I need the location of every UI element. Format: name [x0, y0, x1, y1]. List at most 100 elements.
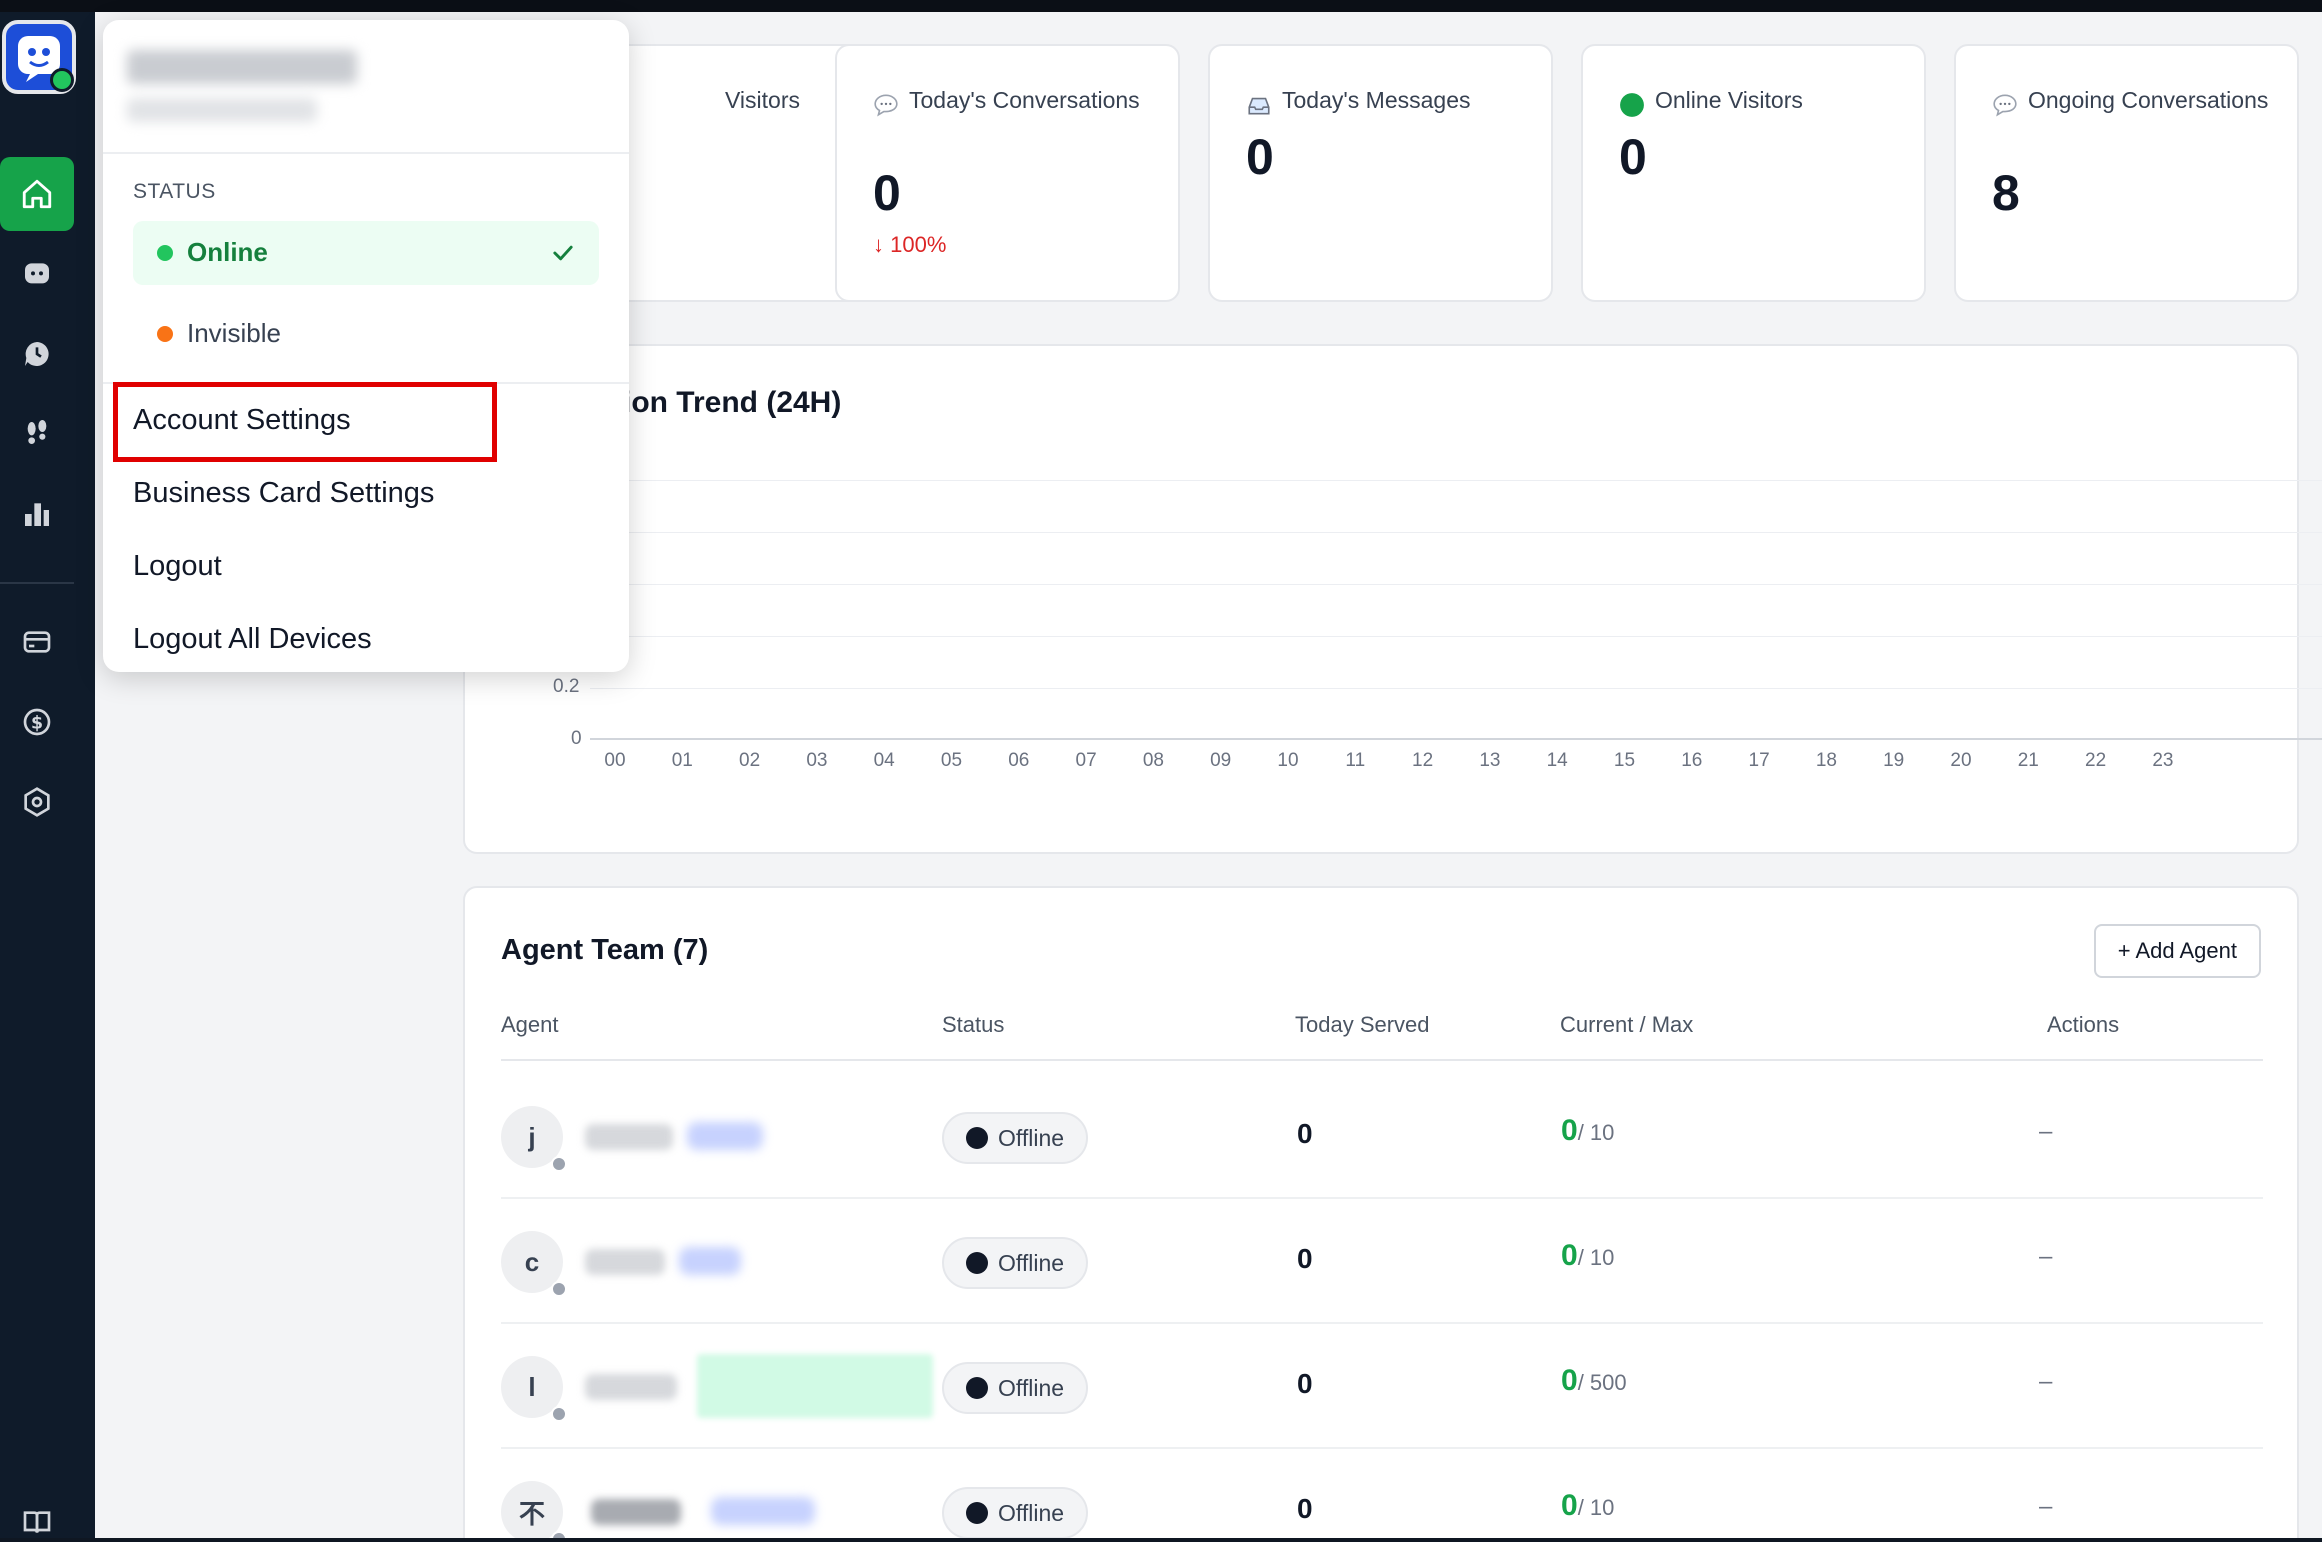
x-tick-label: 04 — [873, 750, 895, 771]
actions-placeholder: – — [2039, 1368, 2053, 1395]
redacted-user-email — [127, 98, 317, 122]
profile-dropdown: STATUS Online Invisible Account Settings… — [103, 20, 629, 672]
presence-dot — [551, 1531, 567, 1538]
dropdown-divider — [103, 152, 629, 154]
current-max-value: 0/ 10 — [1561, 1489, 1614, 1523]
green-circle-icon — [1620, 93, 1644, 117]
left-rail: $ — [0, 12, 95, 1538]
chat-icon — [25, 263, 49, 284]
table-row[interactable]: l Offline 0 0/ 500 – — [501, 1324, 2263, 1449]
status-dot — [966, 1502, 988, 1524]
x-tick-label: 03 — [806, 750, 828, 771]
x-tick-label: 07 — [1075, 750, 1097, 771]
stat-value: 0 — [1619, 129, 1647, 185]
stat-delta: ↓ 100% — [873, 232, 947, 257]
nav-conversations[interactable] — [0, 237, 74, 311]
presence-dot — [551, 1156, 567, 1172]
status-option-online[interactable]: Online — [133, 221, 599, 285]
grid-line — [590, 584, 2322, 585]
x-tick-label: 15 — [1613, 750, 1636, 771]
nav-analytics[interactable] — [0, 477, 74, 551]
menu-item-logout-all-devices[interactable]: Logout All Devices — [133, 623, 372, 656]
x-tick-label: 02 — [739, 750, 761, 771]
presence-dot — [551, 1281, 567, 1297]
svg-text:$: $ — [31, 714, 43, 734]
docs-book-icon — [23, 1511, 51, 1533]
current-value: 0 — [1561, 1489, 1578, 1522]
x-tick-label: 22 — [2085, 750, 2107, 771]
nav-billing[interactable] — [0, 605, 74, 679]
nav-pricing[interactable]: $ — [0, 685, 74, 759]
status-option-invisible[interactable]: Invisible — [133, 306, 599, 362]
nav-history[interactable] — [0, 317, 74, 391]
menu-item-business-card-settings[interactable]: Business Card Settings — [133, 477, 434, 510]
menu-item-logout[interactable]: Logout — [133, 550, 222, 583]
online-dot — [157, 245, 173, 261]
max-value: / 500 — [1577, 1370, 1627, 1395]
x-tick-label: 19 — [1883, 750, 1905, 771]
billing-card-icon — [23, 631, 51, 653]
table-row[interactable]: 不 Offline 0 0/ 10 – — [501, 1449, 2263, 1538]
nav-docs[interactable] — [0, 1502, 74, 1542]
stat-label: Today's Messages — [1282, 87, 1471, 113]
column-header-status: Status — [942, 1012, 1005, 1037]
header-divider — [501, 1059, 2263, 1061]
x-tick-label: 14 — [1546, 750, 1568, 771]
current-value: 0 — [1561, 1364, 1578, 1397]
bar-chart-icon — [25, 503, 49, 526]
speech-bubble-icon — [1993, 94, 2017, 117]
actions-placeholder: – — [2039, 1493, 2053, 1520]
grid-line — [590, 636, 2322, 637]
status-option-label: Online — [187, 237, 268, 267]
stat-card-today-conversations: Today's Conversations 0 ↓ 100% — [835, 44, 1180, 302]
status-dot — [966, 1127, 988, 1149]
nav-settings[interactable] — [0, 765, 74, 839]
max-value: / 10 — [1577, 1495, 1615, 1520]
x-tick-label: 06 — [1008, 750, 1030, 771]
redacted-name — [585, 1249, 665, 1275]
x-tick-label: 18 — [1815, 750, 1837, 771]
stat-label: Visitors — [725, 87, 800, 113]
status-text: Offline — [998, 1249, 1065, 1276]
stat-label: Online Visitors — [1655, 87, 1803, 113]
status-section-label: STATUS — [133, 180, 216, 203]
stat-label: Ongoing Conversations — [2028, 87, 2269, 113]
speech-bubble-icon — [874, 94, 898, 117]
presence-dot — [551, 1406, 567, 1422]
x-tick-label: 13 — [1479, 750, 1501, 771]
column-header-today-served: Today Served — [1295, 1012, 1430, 1037]
redacted-tag — [687, 1122, 763, 1150]
nav-footprints[interactable] — [0, 397, 74, 471]
agent-team-card: Agent Team (7) + Add Agent Agent Status … — [463, 886, 2299, 1538]
add-agent-button[interactable]: + Add Agent — [2093, 924, 2261, 978]
annotation-highlight — [113, 382, 497, 462]
column-header-actions: Actions — [2047, 1012, 2120, 1037]
grid-line — [590, 688, 2322, 689]
x-tick-label: 01 — [671, 750, 693, 771]
x-tick-label: 23 — [2152, 750, 2174, 771]
grid-line — [590, 532, 2322, 533]
app-logo[interactable] — [2, 20, 76, 94]
redacted-name — [585, 1374, 677, 1400]
inbox-tray-icon — [1248, 97, 1270, 115]
status-dot — [966, 1377, 988, 1399]
current-max-value: 0/ 500 — [1561, 1364, 1627, 1398]
today-served-value: 0 — [1297, 1243, 1313, 1274]
x-tick-label: 00 — [604, 750, 626, 771]
dollar-icon: $ — [23, 708, 51, 736]
grid-line — [590, 480, 2322, 481]
table-row[interactable]: j Offline 0 0/ 10 – — [501, 1074, 2263, 1199]
settings-hex-icon — [24, 787, 50, 817]
redacted-tag — [711, 1497, 815, 1525]
status-dot — [966, 1252, 988, 1274]
table-row[interactable]: c Offline 0 0/ 10 – — [501, 1199, 2263, 1324]
top-bar — [0, 0, 2322, 12]
actions-placeholder: – — [2039, 1118, 2053, 1145]
current-value: 0 — [1561, 1239, 1578, 1272]
invisible-dot — [157, 326, 173, 342]
column-header-current-max: Current / Max — [1560, 1012, 1694, 1037]
y-tick-label: 0 — [571, 728, 582, 749]
today-served-value: 0 — [1297, 1118, 1313, 1149]
nav-home[interactable] — [0, 157, 74, 231]
status-badge: Offline — [942, 1487, 1089, 1538]
